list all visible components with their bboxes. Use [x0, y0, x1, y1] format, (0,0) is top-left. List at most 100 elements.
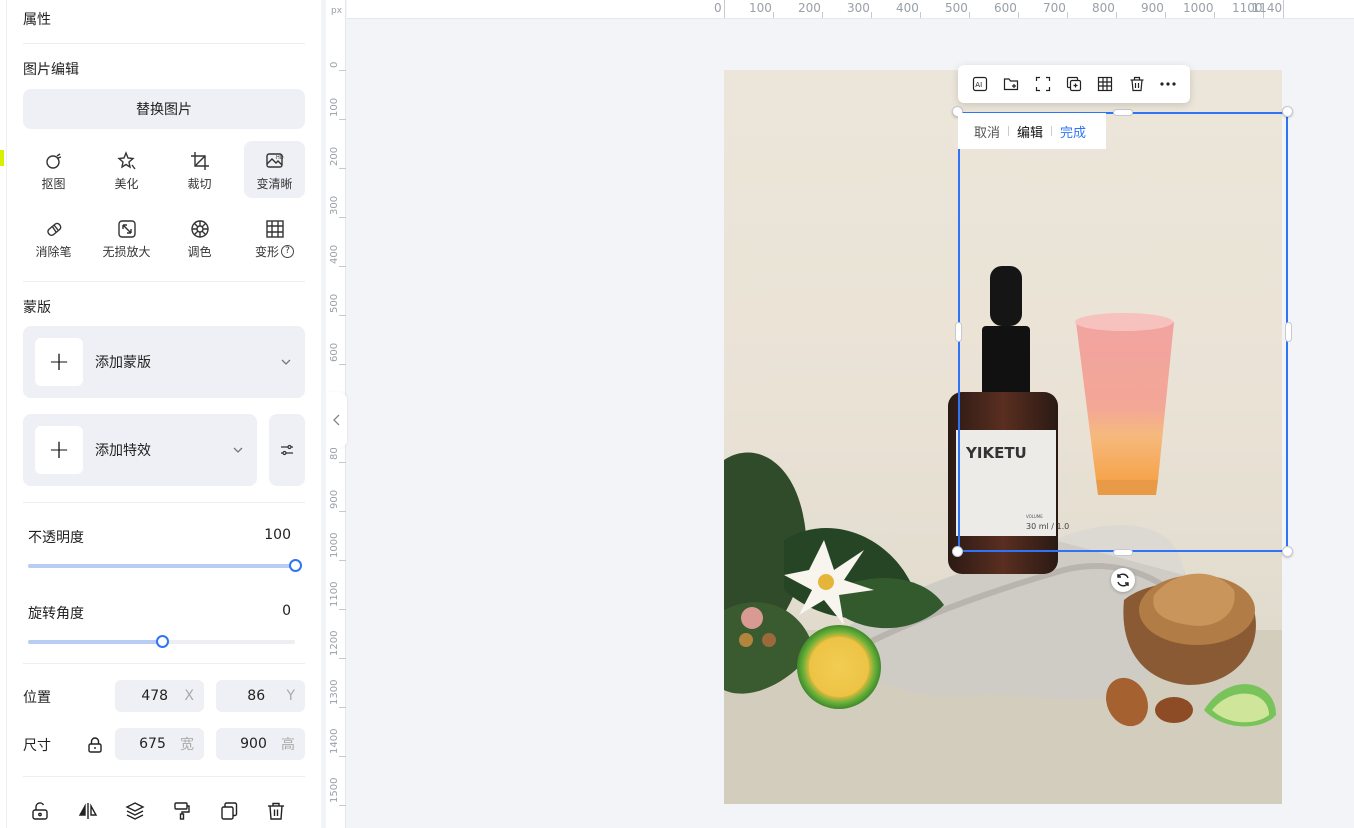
mask-heading: 蒙版: [23, 300, 51, 316]
edit-button[interactable]: 编辑: [1017, 122, 1043, 141]
resize-handle-top[interactable]: [1113, 109, 1133, 116]
rotation-label: 旋转角度: [28, 606, 84, 622]
resize-handle-bottom[interactable]: [1113, 549, 1133, 556]
slider-thumb[interactable]: [289, 559, 302, 572]
done-button[interactable]: 完成: [1060, 122, 1086, 141]
ruler-label: 500: [945, 1, 968, 15]
beautify-icon: [116, 151, 136, 170]
flip-icon[interactable]: [78, 801, 98, 821]
height-field[interactable]: 900 高: [216, 728, 305, 760]
ruler-tick: [339, 119, 346, 120]
floating-toolbar: AI: [958, 65, 1190, 103]
add-mask-label: 添加蒙版: [95, 355, 151, 371]
ruler-tick: [339, 805, 346, 806]
replace-image-button[interactable]: 替换图片: [23, 89, 305, 129]
position-x-field[interactable]: 478 X: [115, 680, 204, 712]
ruler-label: 1400: [329, 728, 340, 754]
image-edit-heading: 图片编辑: [23, 62, 79, 78]
ai-text: AI: [975, 81, 982, 89]
position-y-field[interactable]: 86 Y: [216, 680, 305, 712]
crop-icon: [190, 152, 209, 170]
ruler-tick: [920, 12, 921, 18]
resize-handle-right[interactable]: [1285, 322, 1292, 342]
tool-label: 抠图: [41, 177, 66, 191]
ruler-label: 400: [896, 1, 919, 15]
ruler-tick: [339, 70, 346, 71]
ruler-label: 500: [329, 293, 340, 313]
tool-label: 变清晰: [256, 177, 293, 191]
resize-handle-left[interactable]: [955, 322, 962, 342]
width-field[interactable]: 675 宽: [115, 728, 204, 760]
tool-color-adjust[interactable]: 调色: [169, 209, 230, 266]
tool-label-text: 变形: [254, 245, 279, 259]
ruler-tick: [1282, 0, 1284, 18]
ai-tool-button[interactable]: AI: [970, 74, 990, 94]
tool-hd-enhance[interactable]: HD 变清晰: [244, 141, 305, 198]
fullscreen-icon: [1035, 76, 1050, 92]
width-unit: 宽: [180, 737, 194, 753]
rotation-slider[interactable]: [28, 635, 295, 648]
fit-button[interactable]: [1033, 74, 1053, 94]
add-effect-label: 添加特效: [95, 443, 151, 459]
tool-warp[interactable]: 变形?: [244, 209, 305, 266]
ruler-label: 100: [749, 1, 772, 15]
ruler-tick: [339, 462, 346, 463]
ruler-tick: [339, 315, 346, 316]
effect-settings-button[interactable]: [269, 414, 305, 486]
copy-add-button[interactable]: [1064, 74, 1084, 94]
grid-icon: [1098, 76, 1113, 92]
tool-beautify[interactable]: 美化: [96, 141, 157, 198]
cancel-button[interactable]: 取消: [974, 122, 1000, 141]
selection-box[interactable]: [958, 112, 1288, 552]
position-y-unit: Y: [286, 688, 295, 704]
resize-handle-bottom-right[interactable]: [1282, 546, 1293, 557]
horizontal-ruler: 0 100 200 300 400 500 600 700 800 900 1000 1100 1140: [347, 0, 1354, 19]
resize-handle-bottom-left[interactable]: [952, 546, 963, 557]
add-mask-card[interactable]: + 添加蒙版: [23, 326, 305, 398]
chevron-down-icon: [281, 359, 291, 365]
lock-icon[interactable]: [86, 736, 104, 754]
add-effect-card[interactable]: + 添加特效: [23, 414, 257, 486]
ruler-label: 1300: [329, 679, 340, 705]
tool-eraser[interactable]: 消除笔: [23, 209, 84, 266]
edge-marker: [0, 150, 4, 166]
chevron-left-icon: [333, 414, 340, 426]
more-button[interactable]: [1158, 74, 1178, 94]
tool-cutout[interactable]: 抠图: [23, 141, 84, 198]
ruler-label: 1000: [1183, 1, 1214, 15]
tool-crop[interactable]: 裁切: [169, 141, 230, 198]
tool-upscale[interactable]: 无损放大: [96, 209, 157, 266]
hd-enhance-icon: HD: [265, 153, 283, 168]
divider: [23, 281, 305, 282]
position-label: 位置: [23, 690, 51, 706]
replace-folder-button[interactable]: [1001, 74, 1021, 94]
size-label: 尺寸: [23, 738, 51, 754]
left-edge-strip: [0, 0, 7, 828]
height-value: 900: [240, 736, 267, 752]
layers-icon[interactable]: [125, 801, 145, 821]
unlock-icon[interactable]: [30, 801, 50, 821]
tool-label: 消除笔: [35, 245, 72, 259]
slider-thumb[interactable]: [155, 635, 169, 648]
ruler-tick: [339, 756, 346, 757]
resize-handle-top-right[interactable]: [1282, 106, 1293, 117]
position-y-value: 86: [247, 688, 266, 704]
format-painter-icon[interactable]: [172, 801, 192, 821]
rotate-icon: [1117, 573, 1129, 587]
help-icon[interactable]: ?: [281, 245, 294, 258]
grid-button[interactable]: [1095, 74, 1115, 94]
ruler-label: 600: [329, 342, 340, 362]
sliders-icon: [281, 444, 293, 456]
delete-icon[interactable]: [266, 801, 286, 821]
ruler-tick: [1214, 12, 1215, 18]
delete-button[interactable]: [1127, 74, 1147, 94]
more-icon: [1160, 82, 1176, 86]
ruler-label: 100: [329, 97, 340, 117]
ruler-tick: [969, 12, 970, 18]
rotate-handle[interactable]: [1111, 568, 1135, 592]
opacity-slider[interactable]: [28, 559, 302, 572]
collapse-panel-button[interactable]: [327, 392, 347, 448]
slider-fill: [28, 640, 162, 644]
duplicate-icon[interactable]: [219, 801, 239, 821]
ruler-tick: [822, 12, 823, 18]
